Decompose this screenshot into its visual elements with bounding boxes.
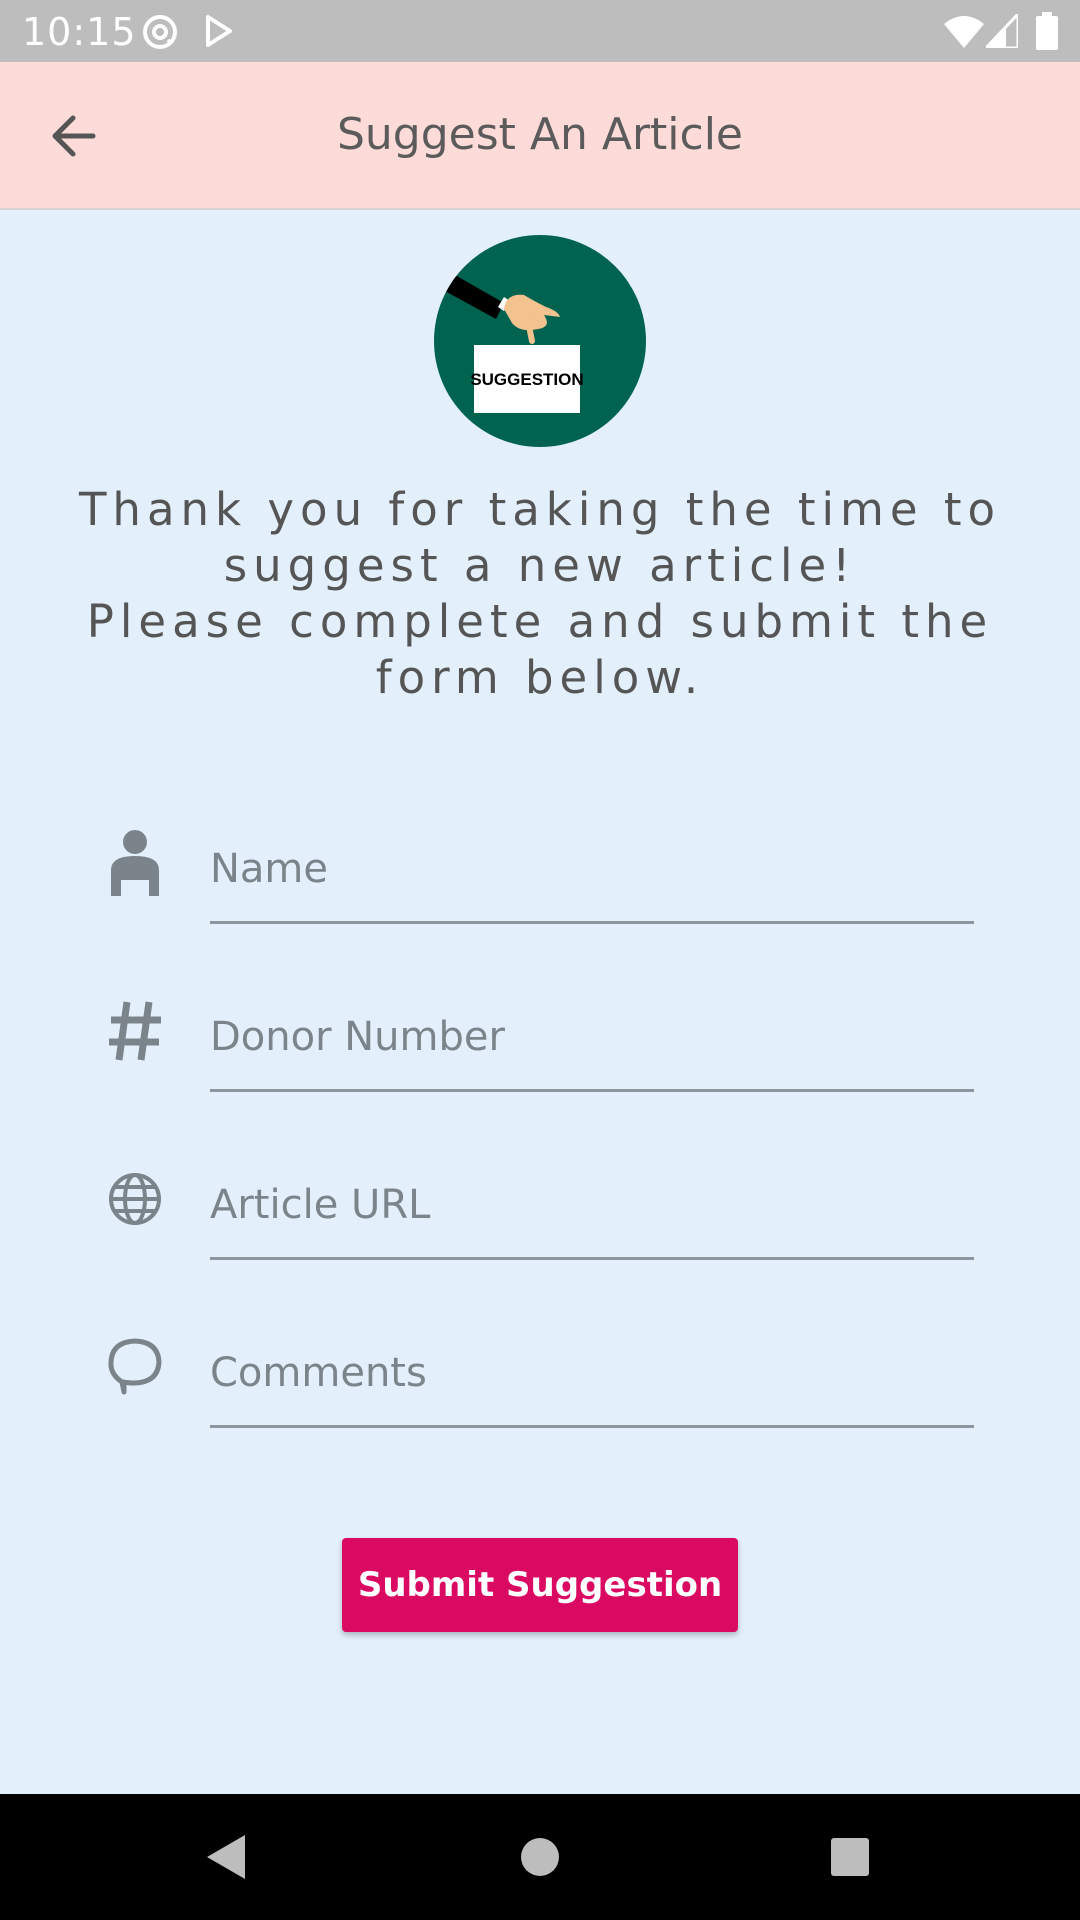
chat-bubble-icon bbox=[100, 1332, 170, 1402]
at-sign-icon bbox=[143, 15, 177, 49]
page-title: Suggest An Article bbox=[336, 109, 744, 160]
intro-text: Thank you for taking the time to suggest… bbox=[30, 482, 1050, 706]
signal-icon bbox=[986, 14, 1018, 48]
hash-icon bbox=[100, 996, 170, 1066]
navigation-bar bbox=[0, 1794, 1080, 1920]
arrow-left-icon bbox=[52, 115, 96, 157]
intro-line-2: Please complete and submit the form belo… bbox=[86, 595, 994, 704]
status-time: 10:15 bbox=[22, 10, 137, 54]
circle-home-icon bbox=[521, 1838, 559, 1876]
comments-field-row bbox=[100, 1332, 976, 1452]
donor-number-input[interactable] bbox=[210, 996, 974, 1092]
square-recents-icon bbox=[831, 1838, 869, 1876]
submit-suggestion-button[interactable]: Submit Suggestion bbox=[342, 1538, 738, 1632]
name-field-row bbox=[100, 828, 976, 948]
suggestion-box-icon: SUGGESTION bbox=[434, 235, 646, 447]
nav-recents-button[interactable] bbox=[815, 1824, 885, 1890]
globe-icon bbox=[100, 1164, 170, 1234]
intro-line-1: Thank you for taking the time to suggest… bbox=[78, 483, 1002, 592]
donor-number-field-row bbox=[100, 996, 976, 1116]
play-store-icon bbox=[206, 15, 232, 47]
suggestion-logo: SUGGESTION bbox=[434, 235, 646, 447]
logo-text: SUGGESTION bbox=[470, 370, 583, 389]
article-url-input[interactable] bbox=[210, 1164, 974, 1260]
wifi-icon bbox=[944, 16, 984, 48]
nav-home-button[interactable] bbox=[505, 1824, 575, 1890]
nav-back-button[interactable] bbox=[190, 1824, 260, 1890]
comments-input[interactable] bbox=[210, 1332, 974, 1428]
battery-icon bbox=[1036, 12, 1058, 50]
app-bar: Suggest An Article bbox=[0, 62, 1080, 210]
article-url-field-row bbox=[100, 1164, 976, 1284]
status-bar: 10:15 bbox=[0, 0, 1080, 62]
name-input[interactable] bbox=[210, 828, 974, 924]
triangle-back-icon bbox=[207, 1835, 245, 1879]
back-button[interactable] bbox=[30, 100, 116, 172]
person-icon bbox=[100, 828, 170, 898]
